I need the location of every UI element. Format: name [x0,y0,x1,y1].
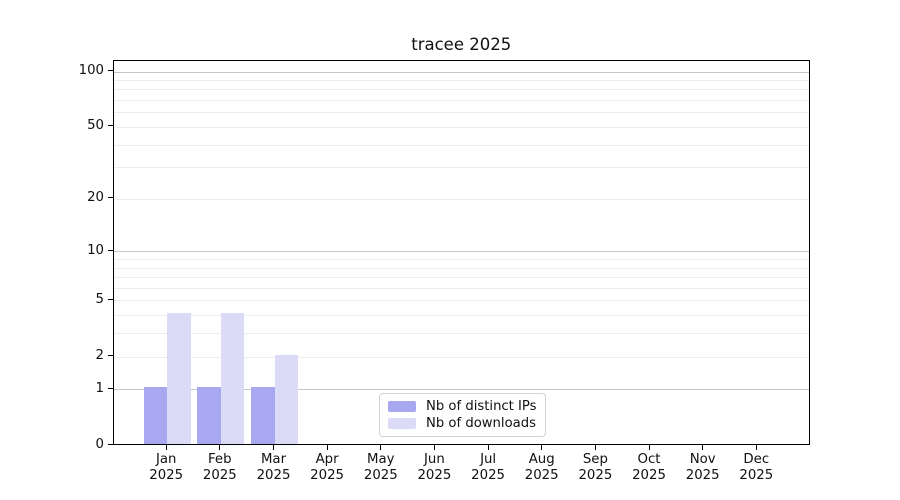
grid-line-minor [113,89,809,91]
x-tick [273,444,274,450]
y-tick [107,387,113,389]
grid-line-minor [113,333,809,335]
grid-line-minor [113,144,809,146]
grid-line-minor [113,167,809,169]
x-tick [702,444,704,450]
y-tick-label: 0 [95,437,104,452]
x-tick-year: 2025 [739,468,774,483]
grid-line-minor [113,287,809,289]
legend-swatch-distinct-ips-icon [388,400,416,412]
y-tick [107,355,113,356]
y-tick [107,70,113,71]
x-tick [433,444,435,450]
legend-label-downloads: Nb of downloads [426,415,536,431]
y-tick [107,444,113,445]
grid-line-minor [113,198,809,200]
grid-line-minor [113,112,809,114]
grid-line-minor [113,356,809,358]
grid-line-minor [113,100,809,102]
x-tick [326,444,328,450]
grid-line-major [113,251,809,253]
x-tick [648,444,650,450]
y-tick-label: 1 [95,380,104,396]
x-tick-month: Dec [743,451,770,467]
x-tick [380,444,382,450]
grid-line-minor [113,277,809,278]
y-tick [107,249,113,251]
x-tick [219,444,221,450]
grid-line-minor [113,315,809,317]
grid-line-minor [113,80,809,81]
chart-figure: tracee 2025 Nb of distinct IPs Nb of dow… [0,0,900,500]
legend: Nb of distinct IPs Nb of downloads [379,392,546,437]
bar-feb-distinct-ips [197,387,221,444]
bar-mar-downloads [274,354,298,444]
bar-jan-distinct-ips [143,387,168,444]
chart-title: tracee 2025 [411,35,512,54]
y-tick-label: 100 [78,63,104,78]
x-tick [487,444,489,450]
legend-label-distinct-ips: Nb of distinct IPs [426,398,537,414]
grid-line-minor [113,300,809,302]
grid-line-minor [113,267,809,269]
x-tick-label: Dec 2025 [720,452,792,485]
y-tick-label: 20 [87,190,104,206]
legend-item-downloads: Nb of downloads [388,416,537,431]
x-tick [165,444,167,450]
legend-item-distinct-ips: Nb of distinct IPs [388,399,537,414]
x-tick [541,444,543,450]
bar-feb-downloads [220,313,245,444]
y-tick [107,197,113,199]
grid-line-major [113,71,809,73]
y-tick-label: 10 [87,242,104,258]
y-tick [107,298,113,300]
x-tick [755,444,757,450]
y-tick [107,125,113,127]
y-tick-label: 5 [95,291,104,307]
y-tick-label: 2 [95,348,104,363]
bar-mar-distinct-ips [251,387,275,444]
grid-line-minor [113,126,809,128]
x-tick [594,444,596,450]
y-tick-label: 50 [87,118,104,134]
plot-area: Nb of distinct IPs Nb of downloads [112,60,810,445]
grid-line-minor [113,258,809,260]
bar-jan-downloads [167,313,191,444]
legend-swatch-downloads-icon [388,417,416,429]
